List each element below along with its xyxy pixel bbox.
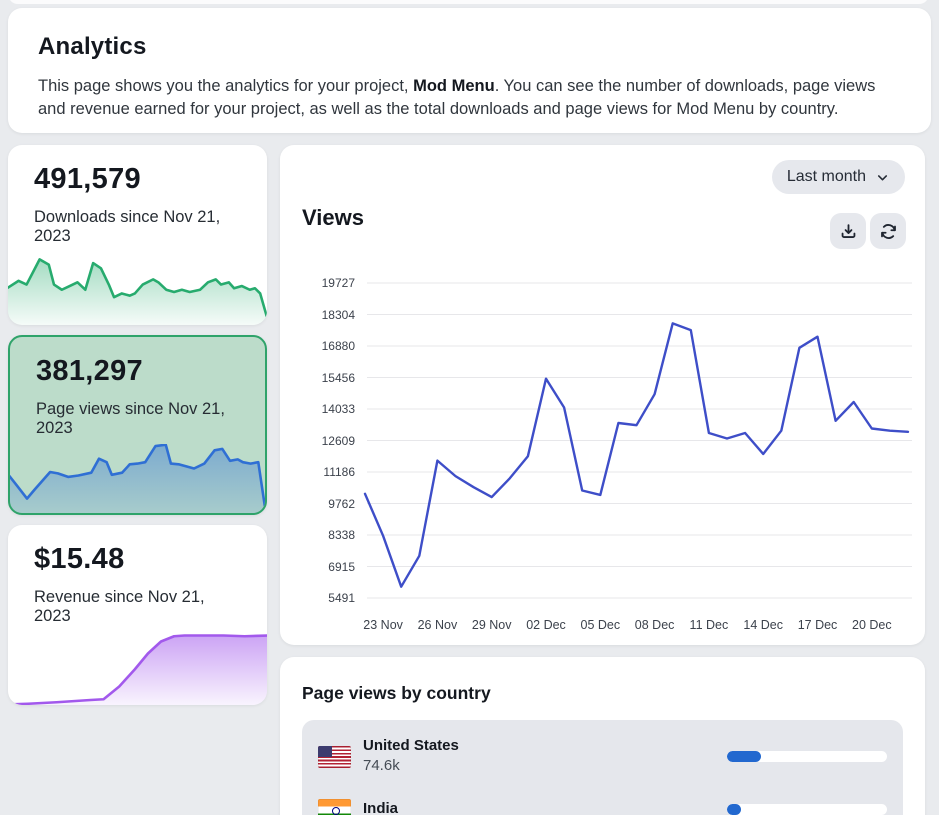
x-axis-tick-label: 20 Dec	[852, 618, 892, 632]
page-title: Analytics	[38, 33, 901, 61]
x-axis-tick-label: 17 Dec	[798, 618, 838, 632]
y-axis-tick-label: 19727	[300, 276, 355, 290]
x-axis-tick-label: 26 Nov	[418, 618, 458, 632]
y-axis-tick-label: 6915	[300, 560, 355, 574]
refresh-icon	[879, 222, 898, 241]
united-states-flag	[318, 746, 351, 768]
page-views-by-country-panel: Page views by country United States 74.6…	[280, 657, 925, 815]
y-axis-tick-label: 9762	[300, 497, 355, 511]
y-axis-tick-label: 15456	[300, 371, 355, 385]
project-name: Mod Menu	[413, 77, 495, 95]
y-axis-tick-label: 5491	[300, 591, 355, 605]
country-text-block: India	[363, 800, 398, 815]
country-progress-track	[727, 751, 887, 762]
stat-card-revenue[interactable]: $15.48 Revenue since Nov 21, 2023	[8, 525, 267, 705]
y-axis-tick-label: 11186	[300, 465, 355, 479]
revenue-label: Revenue since Nov 21, 2023	[34, 588, 244, 627]
download-icon	[839, 222, 858, 241]
x-axis-tick-label: 29 Nov	[472, 618, 512, 632]
country-name: United States	[363, 737, 459, 756]
views-chart-ylabels: 19727 18304 16880 15456 14033 12609 11186 9762 8…	[300, 265, 355, 610]
analytics-page: Analytics This page shows you the analyt…	[0, 0, 939, 815]
views-plot[interactable]	[363, 265, 912, 610]
country-panel-title: Page views by country	[302, 683, 903, 704]
y-axis-tick-label: 18304	[300, 308, 355, 322]
country-page-views: 74.6k	[363, 756, 459, 776]
downloads-label: Downloads since Nov 21, 2023	[34, 208, 244, 247]
country-text-block: United States 74.6k	[363, 737, 459, 776]
country-progress-track	[727, 804, 887, 815]
page-views-label: Page views since Nov 21, 2023	[36, 400, 246, 439]
scrolled-card-edge	[8, 0, 929, 4]
downloads-count: 491,579	[34, 163, 141, 196]
views-panel: Last month Views 19727 18304 16880 15456 140…	[280, 145, 925, 645]
y-axis-tick-label: 8338	[300, 528, 355, 542]
country-row: India	[318, 783, 887, 815]
views-chart-svg	[363, 265, 912, 610]
revenue-amount: $15.48	[34, 543, 125, 576]
time-range-label: Last month	[787, 168, 866, 186]
analytics-header-card: Analytics This page shows you the analyt…	[8, 8, 931, 133]
x-axis-tick-label: 14 Dec	[743, 618, 783, 632]
x-axis-tick-label: 11 Dec	[690, 618, 729, 632]
x-axis-tick-label: 05 Dec	[580, 618, 620, 632]
y-axis-tick-label: 16880	[300, 339, 355, 353]
x-axis-tick-label: 08 Dec	[635, 618, 675, 632]
x-axis-tick-label: 23 Nov	[363, 618, 403, 632]
refresh-chart-button[interactable]	[870, 213, 906, 249]
country-bar-fill	[727, 804, 741, 815]
country-bar-fill	[727, 751, 761, 762]
page-description: This page shows you the analytics for yo…	[38, 75, 901, 122]
y-axis-tick-label: 12609	[300, 434, 355, 448]
downloads-sparkline-chart	[8, 252, 267, 325]
chevron-down-icon	[875, 170, 890, 185]
country-list: United States 74.6k India	[302, 720, 903, 815]
country-name: India	[363, 800, 398, 815]
country-row: United States 74.6k	[318, 730, 887, 783]
export-chart-button[interactable]	[830, 213, 866, 249]
x-axis-tick-label: 02 Dec	[526, 618, 566, 632]
page-views-count: 381,297	[36, 355, 143, 388]
stat-card-downloads[interactable]: 491,579 Downloads since Nov 21, 2023	[8, 145, 267, 325]
description-text-before: This page shows you the analytics for yo…	[38, 77, 413, 95]
stat-card-page-views[interactable]: 381,297 Page views since Nov 21, 2023	[8, 335, 267, 515]
y-axis-tick-label: 14033	[300, 402, 355, 416]
time-range-selector[interactable]: Last month	[772, 160, 905, 194]
views-line-chart: 19727 18304 16880 15456 14033 12609 11186 9762 8…	[300, 265, 912, 640]
views-chart-title: Views	[302, 205, 364, 231]
revenue-sparkline-chart	[8, 631, 267, 705]
india-flag	[318, 799, 351, 815]
page-views-sparkline-chart	[9, 444, 266, 514]
views-chart-xlabels: 23 Nov 26 Nov 29 Nov 02 Dec 05 Dec 08 Dec 11 D…	[363, 615, 912, 637]
